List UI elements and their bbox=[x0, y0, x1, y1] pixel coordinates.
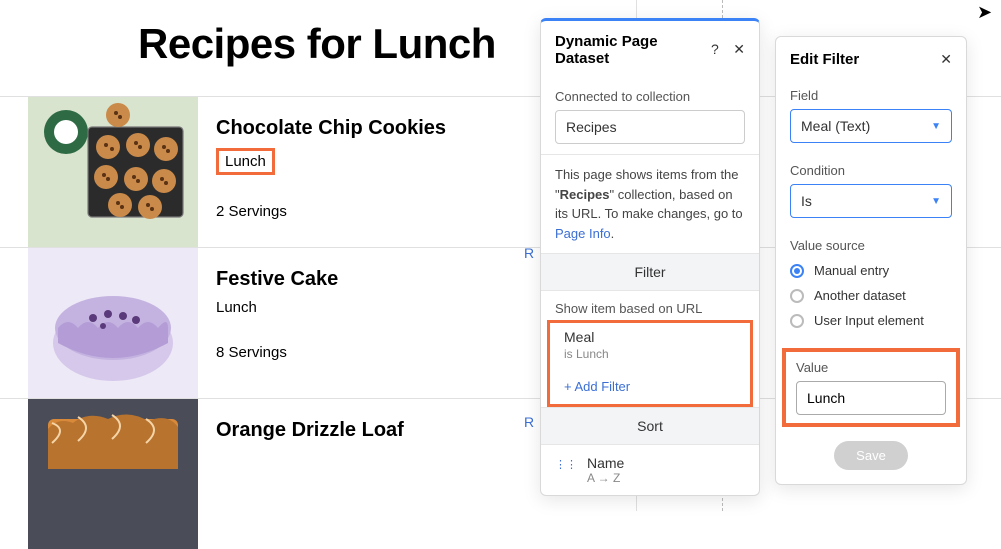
value-source-label: Value source bbox=[790, 238, 952, 253]
recipe-servings: 8 Servings bbox=[216, 344, 338, 361]
recipe-title: Orange Drizzle Loaf bbox=[216, 419, 404, 442]
panel-title: Edit Filter bbox=[790, 51, 940, 68]
condition-label: Condition bbox=[790, 163, 952, 178]
value-label: Value bbox=[796, 360, 946, 375]
condition-select[interactable]: Is▼ bbox=[790, 184, 952, 218]
radio-icon bbox=[790, 314, 804, 328]
recipe-title: Festive Cake bbox=[216, 268, 338, 291]
panel-description: This page shows items from the "Recipes"… bbox=[555, 165, 745, 243]
highlight-annotation: Value bbox=[782, 348, 960, 427]
field-select[interactable]: Meal (Text)▼ bbox=[790, 109, 952, 143]
chevron-down-icon: ▼ bbox=[931, 121, 941, 132]
drag-handle-icon[interactable]: ⋮⋮ bbox=[555, 458, 577, 471]
recipe-meal: Lunch bbox=[216, 148, 446, 175]
filter-field: Meal bbox=[564, 329, 736, 345]
add-filter-button[interactable]: + Add Filter bbox=[550, 369, 750, 404]
recipe-meal: Lunch bbox=[216, 299, 338, 316]
read-more-link[interactable]: R bbox=[524, 414, 534, 430]
radio-icon bbox=[790, 289, 804, 303]
collection-input[interactable] bbox=[555, 110, 745, 144]
dataset-panel: Dynamic Page Dataset ? ✕ Connected to co… bbox=[540, 18, 760, 496]
panel-title: Dynamic Page Dataset bbox=[555, 33, 701, 67]
cursor-icon: ➤ bbox=[977, 2, 992, 23]
sort-field: Name bbox=[587, 455, 624, 471]
sort-item[interactable]: ⋮⋮ Name A → Z bbox=[541, 445, 759, 495]
radio-icon bbox=[790, 264, 804, 278]
radio-manual-entry[interactable]: Manual entry bbox=[790, 263, 952, 278]
filter-condition: is Lunch bbox=[564, 347, 736, 361]
radio-another-dataset[interactable]: Another dataset bbox=[790, 288, 952, 303]
field-label: Field bbox=[790, 88, 952, 103]
close-icon[interactable]: ✕ bbox=[940, 51, 952, 68]
filter-item[interactable]: Meal is Lunch bbox=[550, 323, 750, 369]
help-icon[interactable]: ? bbox=[711, 41, 719, 57]
highlight-annotation: Lunch bbox=[216, 148, 275, 175]
recipe-title: Chocolate Chip Cookies bbox=[216, 117, 446, 140]
sort-section-title: Sort bbox=[541, 407, 759, 445]
highlight-annotation: Meal is Lunch + Add Filter bbox=[547, 320, 753, 407]
radio-user-input[interactable]: User Input element bbox=[790, 313, 952, 328]
edit-filter-panel: Edit Filter ✕ Field Meal (Text)▼ Conditi… bbox=[775, 36, 967, 485]
connected-label: Connected to collection bbox=[555, 89, 745, 104]
save-button[interactable]: Save bbox=[834, 441, 908, 470]
show-item-label: Show item based on URL bbox=[541, 291, 759, 320]
chevron-down-icon: ▼ bbox=[931, 196, 941, 207]
recipe-image bbox=[28, 97, 198, 247]
recipe-servings: 2 Servings bbox=[216, 203, 446, 220]
value-input[interactable] bbox=[796, 381, 946, 415]
read-more-link[interactable]: R bbox=[524, 245, 534, 261]
page-info-link[interactable]: Page Info bbox=[555, 226, 611, 241]
filter-section-title: Filter bbox=[541, 253, 759, 291]
close-icon[interactable]: ✕ bbox=[733, 41, 745, 57]
recipe-image bbox=[28, 399, 198, 549]
sort-order: A → Z bbox=[587, 471, 624, 485]
recipe-image bbox=[28, 248, 198, 398]
